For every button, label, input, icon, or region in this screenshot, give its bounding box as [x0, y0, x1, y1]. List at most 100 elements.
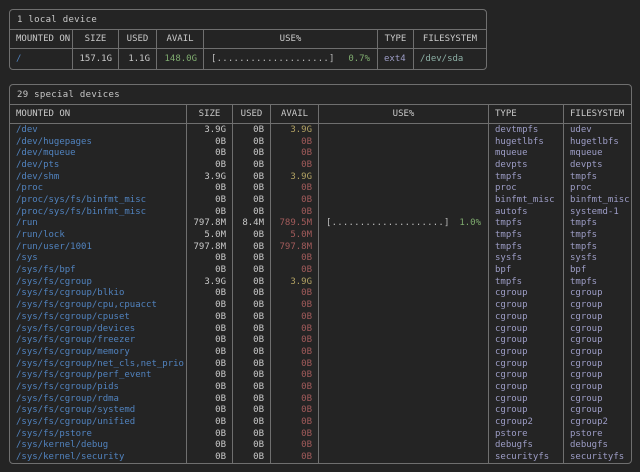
cell-use-percent [319, 440, 489, 452]
cell-avail: 3.9G [271, 171, 319, 183]
cell-use-percent [319, 253, 489, 265]
cell-type: cgroup [489, 393, 564, 405]
cell-filesystem: cgroup [564, 369, 631, 381]
cell-size: 0B [187, 299, 233, 311]
cell-size: 0B [187, 358, 233, 370]
cell-size: 5.0M [187, 229, 233, 241]
cell-mounted-on: /sys/fs/pstore [10, 428, 187, 440]
cell-used: 0B [233, 229, 271, 241]
cell-use-percent [319, 451, 489, 463]
device-row: /proc/sys/fs/binfmt_misc0B0B0Bbinfmt_mis… [10, 194, 631, 206]
cell-mounted-on: /sys/fs/cgroup/blkio [10, 288, 187, 300]
cell-size: 0B [187, 346, 233, 358]
device-row: /proc0B0B0Bprocproc [10, 182, 631, 194]
cell-type: cgroup [489, 346, 564, 358]
cell-use-percent [319, 124, 489, 136]
column-header-use-percent: USE% [204, 30, 378, 48]
cell-filesystem: cgroup [564, 311, 631, 323]
cell-mounted-on: /sys/fs/cgroup/perf_event [10, 369, 187, 381]
device-row: /run/lock5.0M0B5.0Mtmpfstmpfs [10, 229, 631, 241]
cell-filesystem: sysfs [564, 253, 631, 265]
cell-size: 0B [187, 451, 233, 463]
device-row: /dev/hugepages0B0B0Bhugetlbfshugetlbfs [10, 136, 631, 148]
cell-mounted-on: /sys/fs/bpf [10, 264, 187, 276]
cell-used: 0B [233, 381, 271, 393]
cell-type: tmpfs [489, 276, 564, 288]
cell-type: tmpfs [489, 241, 564, 253]
cell-mounted-on: /sys/fs/cgroup/net_cls,net_prio [10, 358, 187, 370]
cell-filesystem: cgroup [564, 393, 631, 405]
cell-used: 0B [233, 416, 271, 428]
cell-used: 0B [233, 311, 271, 323]
cell-size: 0B [187, 147, 233, 159]
cell-mounted-on: /sys/fs/cgroup [10, 276, 187, 288]
cell-mounted-on: /sys/fs/cgroup/rdma [10, 393, 187, 405]
device-row: /sys/fs/cgroup/net_cls,net_prio0B0B0Bcgr… [10, 358, 631, 370]
cell-use-percent [319, 264, 489, 276]
cell-size: 797.8M [187, 241, 233, 253]
usage-percent: 0.7% [348, 54, 370, 64]
cell-filesystem: cgroup [564, 299, 631, 311]
cell-filesystem: systemd-1 [564, 206, 631, 218]
cell-use-percent: [....................]0.7% [204, 49, 378, 69]
cell-use-percent [319, 323, 489, 335]
table-body: /dev3.9G0B3.9Gdevtmpfsudev/dev/hugepages… [10, 124, 631, 463]
cell-size: 0B [187, 159, 233, 171]
cell-use-percent [319, 171, 489, 183]
device-row: /sys/kernel/debug0B0B0Bdebugfsdebugfs [10, 440, 631, 452]
cell-size: 0B [187, 253, 233, 265]
cell-type: debugfs [489, 440, 564, 452]
device-row: /sys/fs/bpf0B0B0Bbpfbpf [10, 264, 631, 276]
cell-filesystem: cgroup [564, 334, 631, 346]
cell-avail: 0B [271, 440, 319, 452]
cell-use-percent [319, 416, 489, 428]
cell-avail: 0B [271, 182, 319, 194]
cell-type: cgroup [489, 369, 564, 381]
cell-use-percent [319, 276, 489, 288]
cell-size: 0B [187, 369, 233, 381]
cell-mounted-on: /sys/kernel/debug [10, 440, 187, 452]
device-row: /dev/shm3.9G0B3.9Gtmpfstmpfs [10, 171, 631, 183]
cell-avail: 0B [271, 311, 319, 323]
cell-type: binfmt_misc [489, 194, 564, 206]
cell-mounted-on: /dev/pts [10, 159, 187, 171]
device-row: /sys/fs/cgroup/unified0B0B0Bcgroup2cgrou… [10, 416, 631, 428]
cell-avail: 0B [271, 428, 319, 440]
cell-avail: 797.8M [271, 241, 319, 253]
cell-filesystem: /dev/sda [414, 49, 486, 69]
device-row: /sys/fs/cgroup/devices0B0B0Bcgroupcgroup [10, 323, 631, 335]
cell-use-percent [319, 229, 489, 241]
cell-type: sysfs [489, 253, 564, 265]
cell-size: 0B [187, 323, 233, 335]
cell-type: mqueue [489, 147, 564, 159]
device-row: /run/user/1001797.8M0B797.8Mtmpfstmpfs [10, 241, 631, 253]
cell-filesystem: cgroup [564, 358, 631, 370]
device-row: /dev/mqueue0B0B0Bmqueuemqueue [10, 147, 631, 159]
cell-size: 157.1G [73, 49, 119, 69]
cell-used: 8.4M [233, 218, 271, 230]
cell-type: bpf [489, 264, 564, 276]
device-row: /sys/fs/cgroup/perf_event0B0B0Bcgroupcgr… [10, 369, 631, 381]
cell-size: 797.8M [187, 218, 233, 230]
cell-size: 0B [187, 206, 233, 218]
cell-avail: 0B [271, 393, 319, 405]
cell-used: 0B [233, 323, 271, 335]
cell-use-percent [319, 136, 489, 148]
cell-mounted-on: /run/lock [10, 229, 187, 241]
cell-type: cgroup2 [489, 416, 564, 428]
column-header-use-percent: USE% [319, 105, 489, 123]
cell-filesystem: cgroup2 [564, 416, 631, 428]
device-row: /sys/fs/cgroup/cpuset0B0B0Bcgroupcgroup [10, 311, 631, 323]
cell-use-percent [319, 393, 489, 405]
cell-mounted-on: /sys/fs/cgroup/cpuset [10, 311, 187, 323]
cell-used: 0B [233, 288, 271, 300]
column-header-avail: AVAIL [157, 30, 204, 48]
cell-use-percent [319, 428, 489, 440]
cell-type: devpts [489, 159, 564, 171]
cell-filesystem: tmpfs [564, 276, 631, 288]
cell-used: 0B [233, 147, 271, 159]
cell-avail: 0B [271, 405, 319, 417]
cell-size: 3.9G [187, 171, 233, 183]
device-row: /run797.8M8.4M789.5M[...................… [10, 218, 631, 230]
cell-avail: 0B [271, 159, 319, 171]
